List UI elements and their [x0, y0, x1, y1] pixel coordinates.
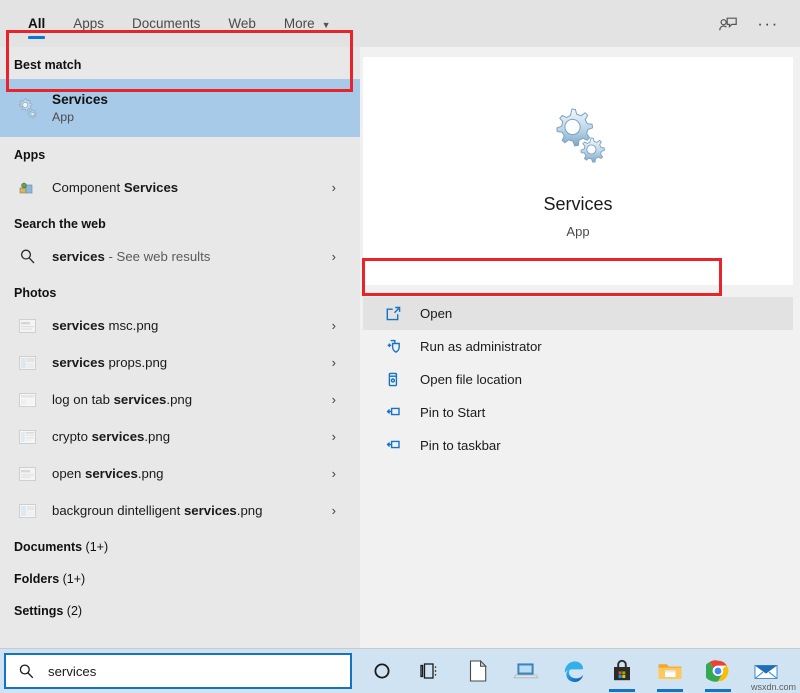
open-window-icon — [380, 303, 406, 325]
search-input-value: services — [48, 664, 96, 679]
tab-web-label: Web — [228, 16, 256, 31]
list-item-photo[interactable]: services props.png › — [0, 344, 360, 381]
photo-thumb-icon — [14, 389, 40, 411]
tab-list: All Apps Documents Web More ▼ — [0, 0, 345, 47]
tab-all-label: All — [28, 16, 45, 31]
best-match-title: Services — [52, 92, 108, 107]
action-label: Run as administrator — [420, 339, 542, 354]
chevron-right-icon[interactable]: › — [332, 249, 350, 264]
group-header-best-match: Best match — [0, 47, 360, 79]
google-chrome-icon[interactable] — [694, 649, 742, 693]
list-item-label: Component Services — [52, 180, 178, 195]
search-input[interactable]: services — [4, 653, 352, 689]
list-item-label: services props.png — [52, 355, 167, 370]
best-match-text: Services App — [52, 92, 108, 124]
list-item-photo[interactable]: services msc.png › — [0, 307, 360, 344]
microsoft-edge-icon[interactable] — [550, 649, 598, 693]
list-item-label: log on tab services.png — [52, 392, 192, 407]
windows-search-screen: All Apps Documents Web More ▼ — [0, 0, 800, 693]
tab-active-underline — [28, 36, 45, 39]
pin-icon — [380, 402, 406, 424]
photo-thumb-icon — [14, 315, 40, 337]
chevron-right-icon[interactable]: › — [332, 355, 350, 370]
more-options-button[interactable]: ··· — [750, 6, 786, 42]
tab-apps[interactable]: Apps — [59, 0, 118, 47]
tab-web[interactable]: Web — [214, 0, 270, 47]
action-pin-to-taskbar[interactable]: Pin to taskbar — [363, 429, 793, 462]
group-header-search-the-web: Search the web — [0, 206, 360, 238]
list-item-label: services - See web results — [52, 249, 210, 264]
photo-thumb-icon — [14, 426, 40, 448]
chevron-right-icon[interactable]: › — [332, 429, 350, 444]
photo-thumb-icon — [14, 500, 40, 522]
folder-location-icon — [380, 369, 406, 391]
services-gears-icon — [546, 103, 610, 172]
file-explorer-icon[interactable] — [646, 649, 694, 693]
shield-admin-icon — [380, 336, 406, 358]
watermark-text: wsxdn.com — [751, 682, 796, 692]
photo-thumb-icon — [14, 463, 40, 485]
group-header-photos: Photos — [0, 275, 360, 307]
group-header-documents[interactable]: Documents (1+) — [0, 529, 360, 561]
preview-app-title: Services — [543, 194, 612, 215]
action-label: Open file location — [420, 372, 522, 387]
windows-taskbar: services — [0, 649, 800, 693]
tab-documents-label: Documents — [132, 16, 200, 31]
action-label: Open — [420, 306, 452, 321]
chevron-right-icon[interactable]: › — [332, 180, 350, 195]
list-item-photo[interactable]: open services.png › — [0, 455, 360, 492]
list-item-label: crypto services.png — [52, 429, 170, 444]
chevron-right-icon[interactable]: › — [332, 466, 350, 481]
photo-thumb-icon — [14, 352, 40, 374]
app-actions-list: Open Run as administrator — [363, 297, 793, 462]
remote-desktop-laptop-icon[interactable] — [502, 649, 550, 693]
tab-all[interactable]: All — [14, 0, 59, 47]
tab-more[interactable]: More ▼ — [270, 0, 345, 47]
action-label: Pin to Start — [420, 405, 485, 420]
list-item-label: backgroun dintelligent services.png — [52, 503, 262, 518]
action-open-file-location[interactable]: Open file location — [363, 363, 793, 396]
list-item-photo[interactable]: backgroun dintelligent services.png › — [0, 492, 360, 529]
search-icon — [18, 663, 35, 680]
best-match-result-services[interactable]: Services App — [0, 79, 360, 137]
tab-apps-label: Apps — [73, 16, 104, 31]
feedback-person-icon[interactable] — [710, 6, 746, 42]
action-label: Pin to taskbar — [420, 438, 501, 453]
action-open[interactable]: Open — [363, 297, 793, 330]
chevron-down-icon: ▼ — [322, 20, 331, 30]
chevron-right-icon[interactable]: › — [332, 392, 350, 407]
list-item-label: open services.png — [52, 466, 164, 481]
task-view-icon[interactable] — [406, 649, 454, 693]
taskbar-icon-strip — [358, 649, 790, 693]
list-item-photo[interactable]: log on tab services.png › — [0, 381, 360, 418]
list-item-label: services msc.png — [52, 318, 158, 333]
action-run-as-administrator[interactable]: Run as administrator — [363, 330, 793, 363]
action-pin-to-start[interactable]: Pin to Start — [363, 396, 793, 429]
search-results-pane[interactable]: Best match Services App Ap — [0, 47, 360, 649]
pin-icon — [380, 435, 406, 457]
group-header-settings[interactable]: Settings (2) — [0, 593, 360, 625]
document-icon[interactable] — [454, 649, 502, 693]
chevron-right-icon[interactable]: › — [332, 503, 350, 518]
tab-documents[interactable]: Documents — [118, 0, 214, 47]
list-item-web-search-services[interactable]: services - See web results › — [0, 238, 360, 275]
tab-bar-right-controls: ··· — [710, 6, 800, 42]
chevron-right-icon[interactable]: › — [332, 318, 350, 333]
app-preview-card: Services App — [363, 57, 793, 285]
search-icon — [14, 246, 40, 268]
preview-app-subtitle: App — [566, 224, 589, 239]
services-gears-icon — [14, 95, 40, 121]
app-preview-pane: Services App Open Run as ad — [360, 47, 800, 649]
search-tab-bar: All Apps Documents Web More ▼ — [0, 0, 800, 47]
microsoft-store-icon[interactable] — [598, 649, 646, 693]
list-item-photo[interactable]: crypto services.png › — [0, 418, 360, 455]
cortana-circle-icon[interactable] — [358, 649, 406, 693]
component-services-icon — [14, 177, 40, 199]
tab-more-label: More — [284, 16, 315, 31]
list-item-component-services[interactable]: Component Services › — [0, 169, 360, 206]
best-match-subtitle: App — [52, 110, 108, 124]
group-header-folders[interactable]: Folders (1+) — [0, 561, 360, 593]
group-header-apps: Apps — [0, 137, 360, 169]
